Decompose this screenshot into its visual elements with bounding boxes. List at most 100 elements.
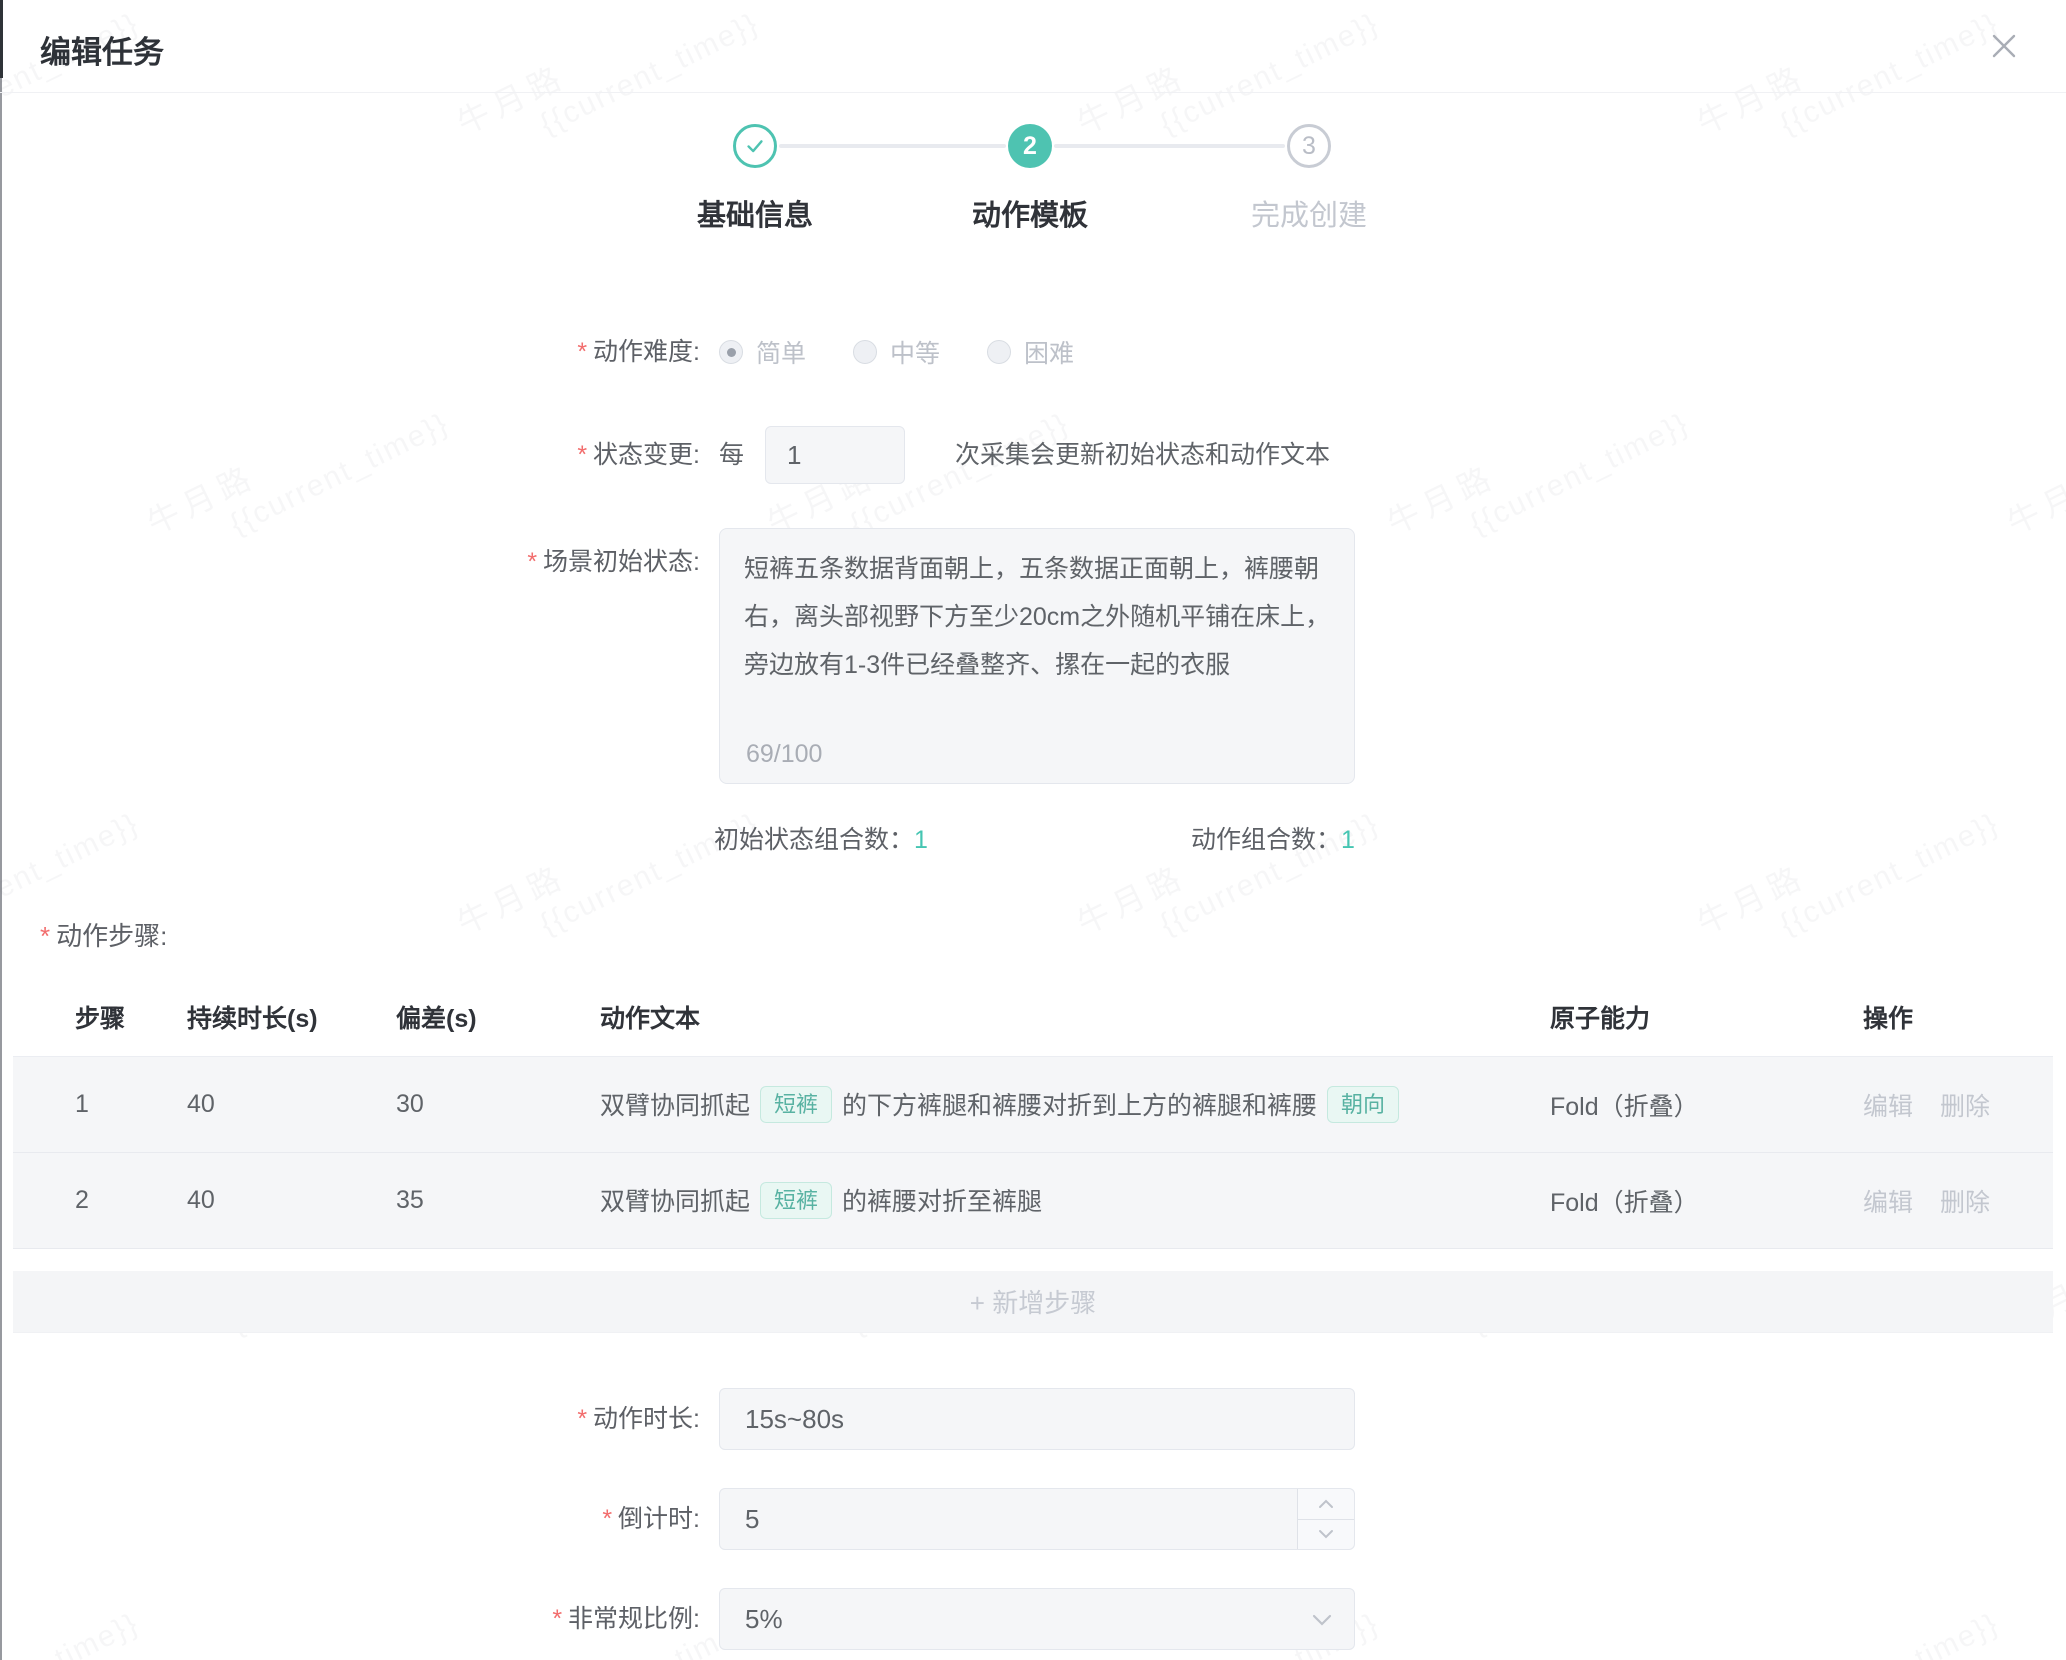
radio-circle-icon xyxy=(987,340,1011,364)
countdown-label: *倒计时: xyxy=(0,1488,700,1550)
step-circle-3[interactable]: 3 xyxy=(1287,124,1331,168)
table-header-row: 步骤持续时长(s)偏差(s)动作文本原子能力操作 xyxy=(13,977,2053,1057)
countdown-input[interactable]: 5 xyxy=(719,1488,1355,1550)
action-text-cell: 双臂协同抓起短裤的裤腰对折至裤腿 xyxy=(600,1182,1550,1220)
table-header-cell-2: 持续时长(s) xyxy=(187,999,396,1035)
difficulty-radio-1[interactable]: 简单 xyxy=(719,334,806,370)
step-cell: 1 xyxy=(75,1090,187,1119)
state-change-suffix: 次采集会更新初始状态和动作文本 xyxy=(955,426,1330,484)
radio-label: 简单 xyxy=(756,334,806,370)
table-row-1: 14030双臂协同抓起短裤的下方裤腿和裤腰对折到上方的裤腿和裤腰朝向Fold（折… xyxy=(13,1057,2053,1153)
initial-state-text: 短裤五条数据背面朝上，五条数据正面朝上，裤腰朝右，离头部视野下方至少20cm之外… xyxy=(720,529,1354,689)
action-text: 双臂协同抓起 xyxy=(600,1092,750,1120)
radio-circle-icon xyxy=(719,340,743,364)
close-button[interactable] xyxy=(1984,26,2024,66)
action-text: 的下方裤腿和裤腰对折到上方的裤腿和裤腰 xyxy=(842,1092,1317,1120)
add-step-button[interactable]: + 新增步骤 xyxy=(13,1271,2053,1333)
watermark: 牛月路{{current_time}} xyxy=(1688,765,2004,974)
difficulty-radio-2[interactable]: 中等 xyxy=(853,334,940,370)
action-text-cell: 双臂协同抓起短裤的下方裤腿和裤腰对折到上方的裤腿和裤腰朝向 xyxy=(600,1086,1550,1124)
step-label-1: 基础信息 xyxy=(635,192,875,234)
initial-state-label: *场景初始状态: xyxy=(0,542,700,578)
required-asterisk: * xyxy=(40,921,50,951)
step-label-2: 动作模板 xyxy=(910,192,1150,234)
char-counter: 69/100 xyxy=(746,740,822,769)
entity-tag: 短裤 xyxy=(760,1086,832,1124)
action-steps-section-label: *动作步骤: xyxy=(40,916,167,953)
delete-link[interactable]: 删除 xyxy=(1940,1087,1990,1123)
ability-cell: Fold（折叠） xyxy=(1550,1183,1863,1219)
action-combo-count: 动作组合数：1 xyxy=(1191,822,1355,858)
action-combo-value: 1 xyxy=(1341,826,1355,854)
table-header-cell-3: 偏差(s) xyxy=(396,999,600,1035)
table-gap xyxy=(13,1249,2053,1271)
unusual-ratio-value: 5% xyxy=(745,1604,783,1635)
radio-circle-icon xyxy=(853,340,877,364)
initial-combo-count: 初始状态组合数：1 xyxy=(714,822,928,858)
step-connector-2 xyxy=(1054,144,1285,148)
duration-label: *动作时长: xyxy=(0,1388,700,1450)
radio-label: 中等 xyxy=(890,334,940,370)
unusual-ratio-label: *非常规比例: xyxy=(0,1588,700,1650)
state-change-input[interactable]: 1 xyxy=(765,426,905,484)
close-icon xyxy=(1988,30,2020,62)
combo-counts-row: 初始状态组合数：1 动作组合数：1 xyxy=(0,822,2066,858)
select-chevron-down-icon xyxy=(1312,1614,1332,1627)
duration-cell: 40 xyxy=(187,1186,396,1215)
form-row-countdown: *倒计时: 5 xyxy=(0,1488,2066,1550)
delete-link[interactable]: 删除 xyxy=(1940,1183,1990,1219)
state-change-label: *状态变更: xyxy=(0,426,700,484)
difficulty-radio-3[interactable]: 困难 xyxy=(987,334,1074,370)
stepper-down-button[interactable] xyxy=(1298,1520,1354,1550)
table-row-2: 24035双臂协同抓起短裤的裤腰对折至裤腿Fold（折叠）编辑删除 xyxy=(13,1153,2053,1249)
table-header-cell-4: 动作文本 xyxy=(600,999,1550,1035)
required-asterisk: * xyxy=(577,338,587,366)
form-row-initial-state: *场景初始状态: 短裤五条数据背面朝上，五条数据正面朝上，裤腰朝右，离头部视野下… xyxy=(0,528,2066,784)
step-circle-1[interactable] xyxy=(733,124,777,168)
duration-input[interactable]: 15s~80s xyxy=(719,1388,1355,1450)
edit-link[interactable]: 编辑 xyxy=(1863,1087,1913,1123)
edit-task-dialog: 牛月路{{current_time}}牛月路{{current_time}}牛月… xyxy=(0,0,2066,1660)
deviation-cell: 30 xyxy=(396,1090,600,1119)
duration-value: 15s~80s xyxy=(745,1404,844,1435)
step-circle-2[interactable]: 2 xyxy=(1008,124,1052,168)
add-step-label: + 新增步骤 xyxy=(970,1283,1096,1320)
number-stepper xyxy=(1297,1489,1354,1549)
step-cell: 2 xyxy=(75,1186,187,1215)
form-row-state-change: *状态变更: 每 1 次采集会更新初始状态和动作文本 xyxy=(0,426,2066,484)
initial-combo-value: 1 xyxy=(914,826,928,854)
form-row-unusual-ratio: *非常规比例: 5% xyxy=(0,1588,2066,1650)
watermark: 牛月路{{current_time}} xyxy=(1068,765,1384,974)
step-label-3: 完成创建 xyxy=(1189,192,1429,234)
state-change-value: 1 xyxy=(787,440,801,471)
row-actions-cell: 编辑删除 xyxy=(1863,1183,2053,1219)
action-text: 双臂协同抓起 xyxy=(600,1188,750,1216)
form-row-duration: *动作时长: 15s~80s xyxy=(0,1388,2066,1450)
unusual-ratio-select[interactable]: 5% xyxy=(719,1588,1355,1650)
ability-cell: Fold（折叠） xyxy=(1550,1087,1863,1123)
dialog-title: 编辑任务 xyxy=(40,27,164,72)
required-asterisk: * xyxy=(602,1505,612,1533)
difficulty-radio-group: 简单 中等 困难 xyxy=(719,326,1074,378)
state-change-prefix: 每 xyxy=(719,426,744,484)
required-asterisk: * xyxy=(552,1605,562,1633)
initial-state-textarea[interactable]: 短裤五条数据背面朝上，五条数据正面朝上，裤腰朝右，离头部视野下方至少20cm之外… xyxy=(719,528,1355,784)
difficulty-label: *动作难度: xyxy=(0,326,700,378)
edit-link[interactable]: 编辑 xyxy=(1863,1183,1913,1219)
row-actions-cell: 编辑删除 xyxy=(1863,1087,2053,1123)
required-asterisk: * xyxy=(577,1405,587,1433)
required-asterisk: * xyxy=(527,548,537,576)
chevron-up-icon xyxy=(1318,1499,1334,1509)
table-header-cell-1: 步骤 xyxy=(75,999,187,1035)
action-steps-table: 步骤持续时长(s)偏差(s)动作文本原子能力操作 14030双臂协同抓起短裤的下… xyxy=(13,977,2053,1333)
dialog-header: 编辑任务 xyxy=(0,0,2066,93)
radio-label: 困难 xyxy=(1024,334,1074,370)
form-row-difficulty: *动作难度: 简单 中等 困难 xyxy=(0,326,2066,378)
required-asterisk: * xyxy=(577,441,587,469)
countdown-value: 5 xyxy=(745,1504,759,1535)
step-connector-1 xyxy=(779,144,1006,148)
stepper-up-button[interactable] xyxy=(1298,1489,1354,1520)
duration-cell: 40 xyxy=(187,1090,396,1119)
deviation-cell: 35 xyxy=(396,1186,600,1215)
entity-tag: 短裤 xyxy=(760,1182,832,1220)
